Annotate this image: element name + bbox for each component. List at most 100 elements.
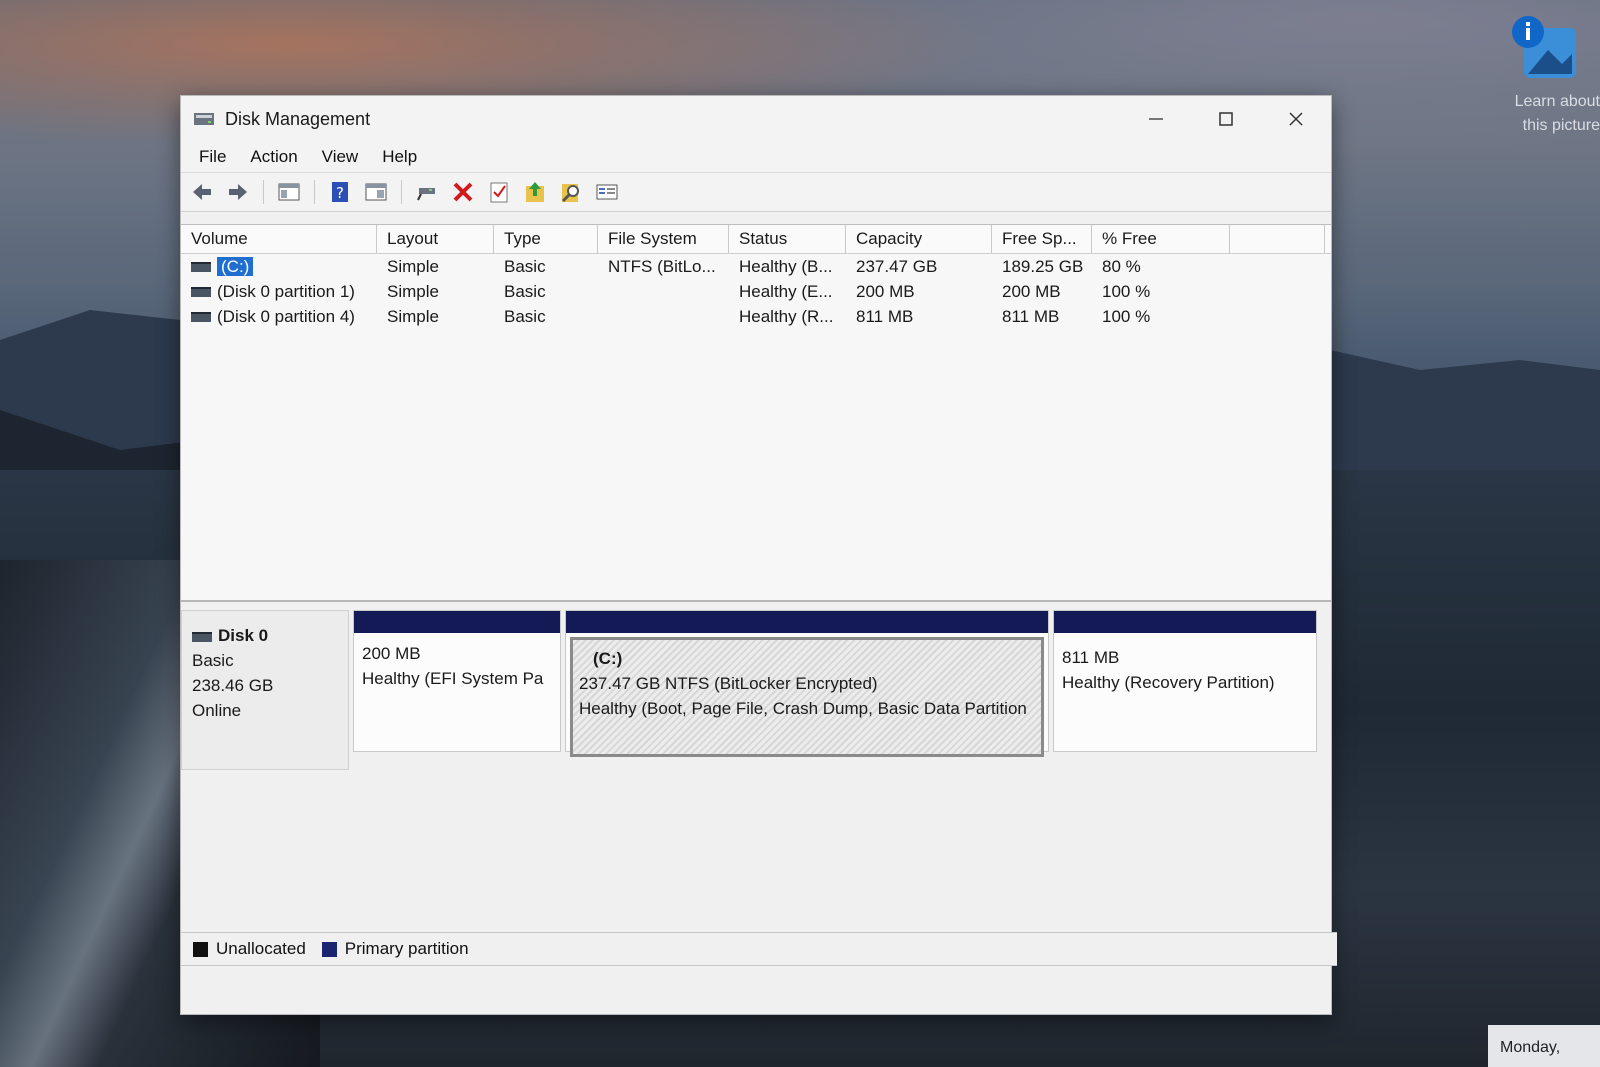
back-icon: [193, 184, 211, 200]
percent-free-cell: 100 %: [1102, 306, 1151, 326]
layout-cell: Simple: [387, 306, 439, 326]
column-header-capacity[interactable]: Capacity: [846, 225, 992, 253]
layout-cell: Simple: [387, 256, 439, 276]
settings-button[interactable]: [592, 177, 622, 207]
find-icon: [561, 184, 579, 203]
disk-name: Disk 0: [218, 626, 269, 645]
maximize-icon: [1219, 112, 1233, 126]
partition-body: 200 MB Healthy (EFI System Pa: [354, 633, 560, 699]
menu-help[interactable]: Help: [370, 147, 429, 167]
volume-icon: [191, 287, 211, 298]
partition-c[interactable]: (C:) 237.47 GB NTFS (BitLocker Encrypted…: [565, 610, 1049, 757]
connect-disk-button[interactable]: [412, 177, 442, 207]
legend-primary: Primary partition: [344, 939, 469, 958]
volume-icon: [191, 312, 211, 323]
free-space-cell: 200 MB: [1002, 281, 1061, 301]
partition-status: Healthy (Boot, Page File, Crash Dump, Ba…: [579, 699, 1027, 718]
column-header-file-system[interactable]: File System: [598, 225, 729, 253]
check-button[interactable]: [484, 177, 514, 207]
partition-status: Healthy (Recovery Partition): [1062, 673, 1275, 692]
type-cell: Basic: [504, 256, 546, 276]
capacity-cell: 237.47 GB: [856, 256, 938, 276]
svg-text:?: ?: [336, 184, 344, 202]
capacity-cell: 811 MB: [856, 306, 914, 326]
maximize-button[interactable]: [1191, 96, 1261, 142]
column-header-free-space[interactable]: Free Sp...: [992, 225, 1092, 253]
toolbar: ?: [181, 173, 1331, 212]
status-cell: Healthy (R...: [739, 306, 834, 326]
percent-free-cell: 100 %: [1102, 281, 1151, 301]
legend: Unallocated Primary partition: [181, 932, 1337, 966]
title-bar[interactable]: Disk Management: [181, 96, 1331, 142]
table-row[interactable]: (Disk 0 partition 4) Simple Basic Health…: [181, 304, 1331, 329]
volume-list: Volume Layout Type File System Status Ca…: [181, 224, 1331, 603]
legend-unallocated: Unallocated: [216, 939, 306, 958]
help-icon: ?: [332, 182, 348, 202]
disk-type: Basic: [192, 651, 234, 670]
status-cell: Healthy (B...: [739, 256, 833, 276]
find-button[interactable]: [556, 177, 586, 207]
partition-efi[interactable]: 200 MB Healthy (EFI System Pa: [353, 610, 561, 752]
properties-view-icon: [365, 183, 387, 201]
volume-cell: (Disk 0 partition 4): [181, 307, 377, 327]
partition-status: Healthy (EFI System Pa: [362, 669, 544, 688]
taskbar-clock[interactable]: Monday,: [1488, 1025, 1600, 1067]
disk-icon: [192, 631, 212, 642]
column-header-blank: [1230, 225, 1325, 253]
table-row[interactable]: (Disk 0 partition 1) Simple Basic Health…: [181, 279, 1331, 304]
delete-button[interactable]: [448, 177, 478, 207]
export-button[interactable]: [520, 177, 550, 207]
type-cell: Basic: [504, 306, 546, 326]
percent-free-cell: 80 %: [1102, 256, 1141, 276]
partition-body: 811 MB Healthy (Recovery Partition): [1054, 633, 1316, 703]
help-button[interactable]: ?: [325, 177, 355, 207]
export-icon: [526, 182, 544, 202]
partition-body: (C:) 237.47 GB NTFS (BitLocker Encrypted…: [570, 637, 1044, 757]
settings-icon: [596, 184, 618, 200]
column-header-type[interactable]: Type: [494, 225, 598, 253]
toolbar-separator: [263, 180, 264, 204]
disk-graphical-pane: Disk 0 Basic 238.46 GB Online 200 MB Hea…: [181, 602, 1331, 932]
column-header-volume[interactable]: Volume: [181, 225, 377, 253]
volume-icon: [191, 262, 211, 273]
connect-icon: [417, 188, 435, 201]
toolbar-separator: [314, 180, 315, 204]
column-header-percent-free[interactable]: % Free: [1092, 225, 1230, 253]
column-header-status[interactable]: Status: [729, 225, 846, 253]
partition-label: (C:): [593, 649, 623, 668]
properties-view-button[interactable]: [361, 177, 391, 207]
volume-name-selected: (C:): [217, 256, 254, 276]
disk-management-app-icon: [194, 113, 214, 125]
disk-state: Online: [192, 701, 242, 720]
menu-view[interactable]: View: [310, 147, 371, 167]
disk-row: Disk 0 Basic 238.46 GB Online 200 MB Hea…: [181, 610, 1331, 770]
learn-about-label-1: Learn about: [1514, 93, 1600, 110]
close-button[interactable]: [1261, 96, 1331, 142]
volume-name: (Disk 0 partition 4): [217, 306, 355, 326]
disk-info-panel[interactable]: Disk 0 Basic 238.46 GB Online: [181, 610, 349, 770]
forward-button[interactable]: [223, 177, 253, 207]
show-hide-console-tree-button[interactable]: [274, 177, 304, 207]
column-header-layout[interactable]: Layout: [377, 225, 494, 253]
learn-about-label-2: this picture: [1522, 117, 1600, 134]
unallocated-swatch: [193, 941, 208, 957]
partition-size: 200 MB: [362, 644, 421, 663]
table-row[interactable]: (C:) Simple Basic NTFS (BitLo... Healthy…: [181, 254, 1331, 279]
menu-file[interactable]: File: [187, 147, 238, 167]
back-button[interactable]: [187, 177, 217, 207]
partition-bar: [354, 611, 560, 633]
menu-action[interactable]: Action: [238, 147, 309, 167]
delete-icon: [453, 182, 473, 202]
check-icon: [490, 182, 508, 203]
file-system-cell: NTFS (BitLo...: [608, 256, 716, 276]
minimize-button[interactable]: [1121, 96, 1191, 142]
learn-about-picture[interactable]: Learn about this picture: [1500, 12, 1600, 138]
partition-recovery[interactable]: 811 MB Healthy (Recovery Partition): [1053, 610, 1317, 752]
console-tree-icon: [278, 183, 300, 201]
window-title: Disk Management: [225, 108, 371, 129]
partition-bar: [1054, 611, 1316, 633]
disk-management-window: Disk Management File Action View Help ? …: [180, 95, 1337, 1015]
menu-bar: File Action View Help: [181, 142, 1331, 173]
disk-size: 238.46 GB: [192, 676, 274, 695]
info-picture-icon: [1512, 16, 1576, 78]
